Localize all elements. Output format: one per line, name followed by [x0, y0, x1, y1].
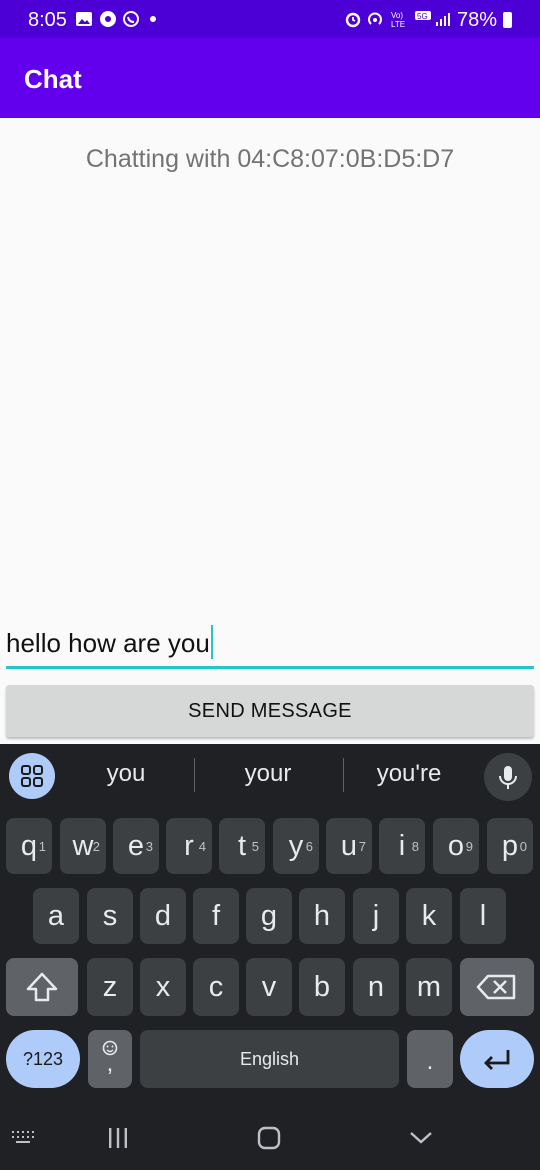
key-f[interactable]: f	[193, 888, 239, 944]
battery-percent: 78%	[457, 9, 498, 31]
comma-label: ,	[106, 1050, 114, 1077]
key-p[interactable]: p0	[487, 818, 533, 874]
key-n[interactable]: n	[353, 958, 399, 1016]
suggestion-divider	[343, 758, 344, 792]
key-w[interactable]: w2	[60, 818, 106, 874]
suggestion-divider	[194, 758, 195, 792]
notification-dot	[150, 16, 156, 22]
recent-apps-icon[interactable]	[105, 1126, 131, 1150]
enter-key[interactable]	[460, 1030, 534, 1088]
signal-icon	[436, 13, 450, 26]
grid-icon	[21, 765, 43, 787]
apps-grid-button[interactable]	[9, 753, 55, 799]
send-message-button[interactable]: SEND MESSAGE	[6, 685, 534, 737]
key-m[interactable]: m	[406, 958, 452, 1016]
message-input-value: hello how are you	[6, 625, 213, 660]
key-g[interactable]: g	[246, 888, 292, 944]
space-key[interactable]: English	[140, 1030, 399, 1088]
enter-icon	[484, 1050, 510, 1070]
app-bar: Chat	[0, 38, 540, 118]
gallery-icon	[76, 12, 92, 26]
home-icon[interactable]	[256, 1126, 282, 1150]
key-s[interactable]: s	[87, 888, 133, 944]
key-z[interactable]: z	[87, 958, 133, 1016]
svg-text:Vo): Vo)	[391, 11, 403, 20]
hide-keyboard-icon[interactable]	[407, 1128, 435, 1148]
backspace-icon	[476, 974, 516, 1000]
key-k[interactable]: k	[406, 888, 452, 944]
5g-icon: 5G	[415, 11, 431, 21]
key-h[interactable]: h	[299, 888, 345, 944]
page-title: Chat	[24, 64, 82, 94]
volte-icon: Vo)LTE	[391, 11, 405, 28]
key-c[interactable]: c	[193, 958, 239, 1016]
key-i[interactable]: i8	[379, 818, 425, 874]
key-u[interactable]: u7	[326, 818, 372, 874]
microphone-icon	[499, 766, 517, 789]
key-j[interactable]: j	[353, 888, 399, 944]
alarm-icon	[345, 12, 361, 28]
key-e[interactable]: e3	[113, 818, 159, 874]
shift-icon	[26, 972, 58, 1002]
key-v[interactable]: v	[246, 958, 292, 1016]
suggestion-2[interactable]: your	[220, 760, 316, 788]
chat-header-text: Chatting with 04:C8:07:0B:D5:D7	[85, 145, 455, 173]
suggestion-3[interactable]: you're	[360, 760, 458, 788]
whatsapp-icon	[123, 11, 139, 27]
soccer-ball-icon	[100, 11, 116, 27]
emoji-comma-key[interactable]: ,	[88, 1030, 132, 1088]
voice-input-button[interactable]	[484, 753, 532, 801]
message-input[interactable]: hello how are you	[6, 620, 534, 669]
status-bar: 8:05 Vo) LTE 5G 78%	[0, 0, 540, 38]
svg-text:5G: 5G	[417, 12, 428, 21]
key-t[interactable]: t5	[219, 818, 265, 874]
symbols-key[interactable]: ?123	[6, 1030, 80, 1088]
shift-key[interactable]	[6, 958, 78, 1016]
navigation-bar	[0, 1106, 540, 1170]
keyboard-switch-icon[interactable]	[10, 1128, 40, 1148]
text-caret	[210, 625, 213, 660]
period-key[interactable]: .	[407, 1030, 453, 1088]
key-q[interactable]: q1	[6, 818, 52, 874]
key-x[interactable]: x	[140, 958, 186, 1016]
hotspot-icon	[368, 12, 382, 25]
key-b[interactable]: b	[299, 958, 345, 1016]
key-l[interactable]: l	[460, 888, 506, 944]
battery-icon	[503, 12, 512, 28]
key-d[interactable]: d	[140, 888, 186, 944]
backspace-key[interactable]	[460, 958, 534, 1016]
suggestion-bar: you your you're	[0, 744, 540, 806]
key-y[interactable]: y6	[273, 818, 319, 874]
key-r[interactable]: r4	[166, 818, 212, 874]
status-time: 8:05	[28, 9, 67, 31]
key-o[interactable]: o9	[433, 818, 479, 874]
key-a[interactable]: a	[33, 888, 79, 944]
suggestion-1[interactable]: you	[80, 760, 172, 788]
svg-text:LTE: LTE	[391, 20, 405, 28]
